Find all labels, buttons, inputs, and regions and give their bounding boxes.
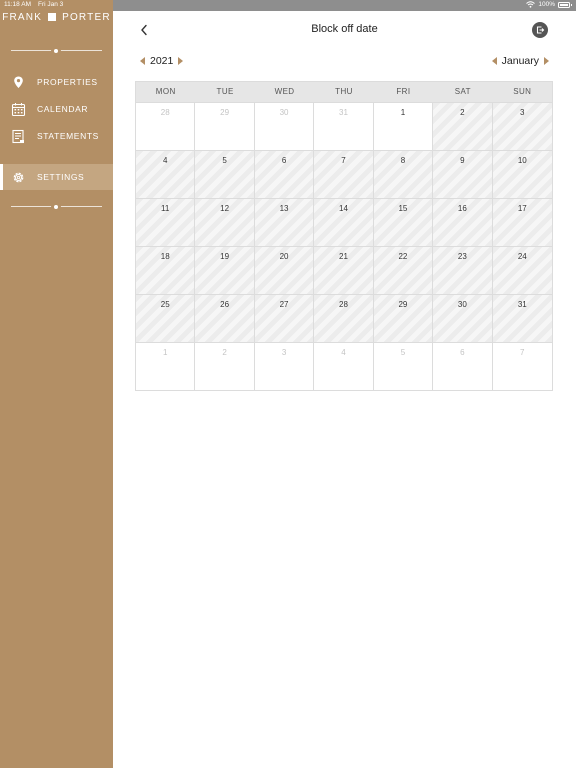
calendar-day-cell[interactable]: 7 — [314, 150, 374, 198]
month-value: January — [501, 55, 539, 67]
sidebar: FRANK PORTER PROPERTIES CALENDAR STATEME… — [0, 0, 113, 768]
brand-mark-icon — [48, 13, 57, 21]
calendar-day-cell: 31 — [314, 102, 374, 150]
calendar-day-cell[interactable]: 11 — [136, 198, 196, 246]
calendar-day-cell[interactable]: 26 — [195, 294, 255, 342]
calendar-day-cell[interactable]: 31 — [492, 294, 552, 342]
weekday-fri: FRI — [396, 87, 411, 96]
next-month-arrow-icon[interactable] — [544, 57, 549, 65]
calendar-icon — [11, 103, 26, 117]
calendar-day-cell[interactable]: 6 — [254, 150, 315, 198]
sidebar-item-label: PROPERTIES — [37, 77, 98, 87]
weekday-thu: THU — [335, 87, 353, 96]
sidebar-item-label: STATEMENTS — [37, 131, 99, 141]
map-pin-icon — [14, 76, 23, 88]
status-bar-background — [113, 0, 576, 11]
sidebar-item-properties[interactable]: PROPERTIES — [0, 69, 113, 95]
calendar-day-cell[interactable]: 27 — [254, 294, 315, 342]
next-year-arrow-icon[interactable] — [178, 57, 184, 65]
calendar-day-cell: 5 — [373, 342, 434, 390]
brand-right: PORTER — [62, 12, 111, 23]
calendar-day-cell[interactable]: 22 — [373, 246, 434, 294]
sidebar-divider-top — [11, 47, 102, 54]
calendar-day-cell[interactable]: 15 — [373, 198, 434, 246]
calendar-day-cell[interactable]: 3 — [492, 102, 552, 150]
weekday-tue: TUE — [216, 87, 234, 96]
export-icon — [536, 26, 545, 34]
calendar-day-cell[interactable]: 17 — [492, 198, 552, 246]
status-date: Fri Jan 3 — [38, 1, 64, 8]
calendar-day-cell[interactable]: 19 — [195, 246, 255, 294]
month-selector: January — [491, 54, 549, 68]
calendar-day-cell[interactable]: 10 — [492, 150, 552, 198]
calendar-day-cell[interactable]: 28 — [314, 294, 374, 342]
weekday-wed: WED — [274, 87, 295, 96]
calendar-grid: MON TUE WED THU FRI SAT SUN 28 29 30 31 1 2 3 4… — [135, 81, 553, 391]
calendar-day-cell[interactable]: 5 — [195, 150, 255, 198]
calendar-day-cell: 1 — [136, 342, 196, 390]
calendar-day-cell[interactable]: 8 — [373, 150, 434, 198]
calendar-day-cell[interactable]: 2 — [433, 102, 493, 150]
calendar-day-cell[interactable]: 16 — [433, 198, 493, 246]
calendar-day-cell[interactable]: 13 — [254, 198, 315, 246]
gear-icon — [13, 172, 24, 183]
brand-logo: FRANK PORTER — [0, 12, 113, 23]
calendar-day-cell[interactable]: 9 — [433, 150, 493, 198]
calendar-day-cell: 6 — [433, 342, 493, 390]
calendar-day-cell[interactable]: 4 — [136, 150, 196, 198]
calendar-day-cell[interactable]: 29 — [373, 294, 434, 342]
sidebar-item-calendar[interactable]: CALENDAR — [0, 96, 113, 122]
calendar-day-cell[interactable]: 24 — [492, 246, 552, 294]
prev-year-arrow-icon[interactable] — [140, 57, 145, 65]
page-title: Block off date — [311, 23, 378, 35]
calendar-day-cell: 28 — [136, 102, 196, 150]
calendar-day-cell[interactable]: 23 — [433, 246, 493, 294]
sidebar-divider-bottom — [11, 203, 102, 210]
calendar-day-cell[interactable]: 18 — [136, 246, 196, 294]
calendar-days: 28 29 30 31 1 2 3 4 5 6 7 8 9 10 11 12 13 14 15 16 17 18 19 20 2… — [136, 102, 552, 390]
prev-month-arrow-icon[interactable] — [491, 57, 497, 65]
calendar-day-cell: 30 — [254, 102, 315, 150]
battery-percent: 100% — [538, 1, 555, 8]
calendar-day-cell[interactable]: 14 — [314, 198, 374, 246]
calendar-day-cell[interactable]: 21 — [314, 246, 374, 294]
calendar-day-cell[interactable]: 12 — [195, 198, 255, 246]
calendar-day-cell: 2 — [195, 342, 255, 390]
status-time: 11:18 AM — [4, 1, 31, 8]
sidebar-item-statements[interactable]: STATEMENTS — [0, 123, 113, 149]
calendar-day-cell[interactable]: 25 — [136, 294, 196, 342]
export-button[interactable] — [532, 22, 548, 38]
brand-left: FRANK — [2, 12, 43, 23]
document-icon — [12, 129, 24, 144]
sidebar-item-settings[interactable]: SETTINGS — [0, 164, 113, 190]
weekday-mon: MON — [155, 87, 176, 96]
calendar-day-cell[interactable]: 30 — [433, 294, 493, 342]
calendar-day-cell: 4 — [314, 342, 374, 390]
battery-icon — [558, 1, 572, 8]
year-selector: 2021 — [140, 54, 184, 68]
wifi-icon — [526, 1, 536, 8]
calendar-day-cell: 7 — [492, 342, 552, 390]
weekday-header: MON TUE WED THU FRI SAT SUN — [136, 82, 552, 102]
weekday-sat: SAT — [454, 87, 471, 96]
sidebar-item-label: SETTINGS — [37, 172, 85, 182]
calendar-day-cell: 29 — [195, 102, 255, 150]
sidebar-item-label: CALENDAR — [37, 104, 89, 114]
weekday-sun: SUN — [513, 87, 532, 96]
year-value: 2021 — [150, 55, 174, 67]
calendar-day-cell[interactable]: 20 — [254, 246, 315, 294]
status-bar: 11:18 AM Fri Jan 3 100% — [0, 0, 576, 11]
calendar-day-cell: 3 — [254, 342, 315, 390]
calendar-day-cell[interactable]: 1 — [373, 102, 434, 150]
status-indicators: 100% — [526, 1, 572, 8]
